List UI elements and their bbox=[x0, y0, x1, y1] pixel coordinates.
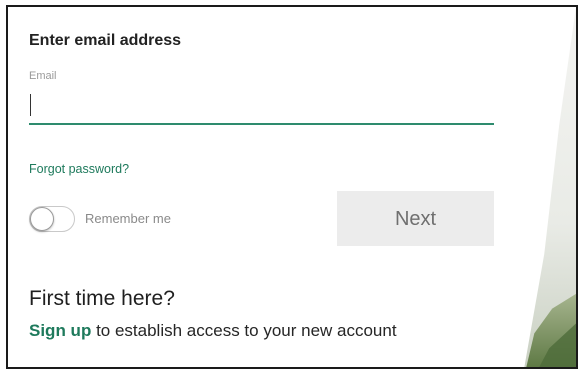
next-button[interactable]: Next bbox=[337, 191, 494, 246]
page-title: Enter email address bbox=[29, 32, 182, 49]
remember-me-label: Remember me bbox=[85, 211, 171, 226]
text-cursor bbox=[30, 94, 31, 116]
login-panel: Enter email address Email Forgot passwor… bbox=[8, 7, 576, 367]
signup-description: to establish access to your new account bbox=[96, 321, 397, 340]
remember-me-toggle[interactable] bbox=[29, 206, 75, 232]
email-field[interactable] bbox=[29, 89, 494, 125]
signup-text: Sign up to establish access to your new … bbox=[29, 321, 397, 341]
forgot-password-link[interactable]: Forgot password? bbox=[29, 162, 129, 176]
first-time-heading: First time here? bbox=[29, 287, 175, 310]
login-window: Enter email address Email Forgot passwor… bbox=[6, 5, 578, 369]
sign-up-link[interactable]: Sign up bbox=[29, 321, 91, 340]
email-label: Email bbox=[29, 70, 57, 82]
toggle-knob bbox=[30, 207, 54, 231]
